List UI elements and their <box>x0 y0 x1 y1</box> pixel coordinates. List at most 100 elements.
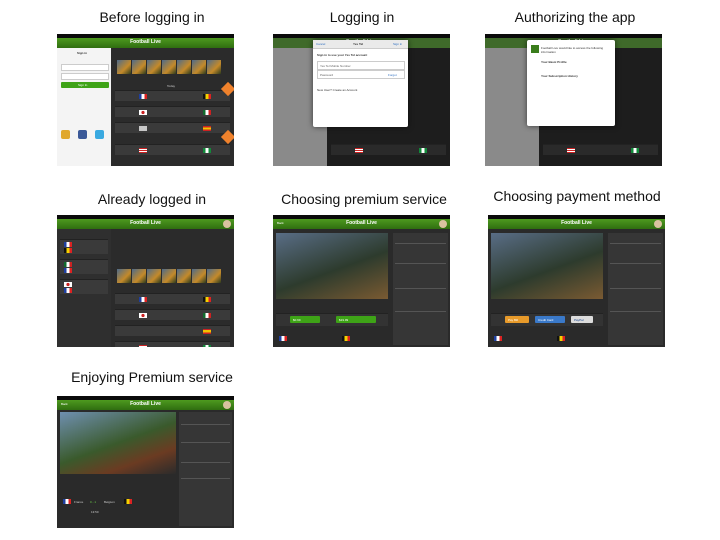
tab-today[interactable]: Today <box>167 84 175 88</box>
caption-choosing-premium-service: Choosing premium service <box>281 191 447 207</box>
mobile-number-field[interactable] <box>61 64 109 71</box>
user-avatar[interactable] <box>654 220 662 228</box>
pay-bill-label: Pay Bill <box>508 318 519 322</box>
screenshot-choosing-payment-method: Football Live Pay Bill Credit Card PayPa… <box>488 215 665 347</box>
belgium-flag <box>557 336 565 341</box>
pay-bill-button[interactable]: Pay Bill <box>505 316 529 323</box>
caption-logging-in: Logging in <box>329 9 395 25</box>
app-header: Football Live Back <box>57 400 234 410</box>
app-title: Football Live <box>130 401 161 407</box>
offer-button-1[interactable]: $0.99 <box>290 316 320 323</box>
match-info-bar <box>491 333 603 343</box>
match-row[interactable] <box>115 341 230 347</box>
permission-subscription-history: Your Subscription History <box>541 74 578 78</box>
mexico-flag <box>203 110 211 115</box>
stats-panel <box>393 233 448 345</box>
screenshot-already-logged-in: Football Live <box>57 215 234 347</box>
sign-in-panel: Sign in Sign In <box>57 48 111 166</box>
nigeria-flag <box>203 345 211 347</box>
caption-enjoying-premium-service: Enjoying Premium service <box>71 369 233 385</box>
france-flag <box>64 242 72 247</box>
screenshot-choosing-premium-service: Football Live Back $0.99 $19.99 <box>273 215 450 347</box>
authorization-intro: Football Live would like to access the f… <box>541 46 604 54</box>
app-header: Football Live <box>57 219 234 229</box>
credit-card-button[interactable]: Credit Card <box>535 316 565 323</box>
offer-price-2: $19.99 <box>339 318 349 322</box>
france-flag <box>139 94 147 99</box>
stats-panel <box>608 233 663 345</box>
favorite-match[interactable] <box>60 259 108 274</box>
belgium-flag <box>64 248 72 253</box>
sign-in-button[interactable]: Sign In <box>61 82 109 88</box>
match-row[interactable] <box>115 293 230 304</box>
caption-authorizing-the-app: Authorizing the app <box>514 9 636 25</box>
screenshot-authorizing-the-app: Football Live Football Live would like t… <box>485 34 662 166</box>
dialog-title: Sign in to use your Yes Tel account <box>317 53 368 57</box>
match-video-frame[interactable] <box>276 233 388 299</box>
login-dialog: Cancel Yes Tel Sign in Sign in to use yo… <box>313 40 408 127</box>
match-row[interactable] <box>115 144 230 155</box>
pear-icon[interactable] <box>61 130 70 139</box>
match-row[interactable] <box>115 325 230 336</box>
match-row[interactable] <box>115 90 230 101</box>
new-user-link[interactable]: New User? Create an Account <box>317 88 357 92</box>
match-row[interactable] <box>115 122 230 133</box>
sign-in-link[interactable]: Sign in <box>393 42 402 46</box>
favorites-panel <box>57 229 111 347</box>
password-field[interactable] <box>61 73 109 80</box>
japan-flag <box>64 282 72 287</box>
flag <box>139 126 147 131</box>
sign-in-title: Sign in <box>77 51 87 55</box>
mobile-number-input[interactable]: Yes Tel Mobile Number <box>317 61 405 70</box>
permission-basic-profile: Your Basic Profile <box>541 60 567 64</box>
spain-flag <box>203 126 211 131</box>
match-row[interactable] <box>115 106 230 117</box>
belgium-flag <box>203 94 211 99</box>
app-title: Football Live <box>130 220 161 226</box>
nigeria-flag <box>419 148 427 153</box>
app-header: Football Live <box>488 219 665 229</box>
highlight-photos <box>117 60 222 74</box>
screenshot-before-logging-in: Football Live Sign in Sign In Today <box>57 34 234 166</box>
france-flag <box>279 336 287 341</box>
sign-in-button-label: Sign In <box>78 83 88 87</box>
cancel-button[interactable]: Cancel <box>316 42 325 46</box>
app-header: Football Live <box>57 38 234 48</box>
user-avatar[interactable] <box>439 220 447 228</box>
match-video-frame[interactable] <box>491 233 603 299</box>
app-logo-icon <box>531 45 539 53</box>
user-avatar[interactable] <box>223 401 231 409</box>
credit-card-label: Credit Card <box>538 318 554 322</box>
app-header: Football Live Back <box>273 219 450 229</box>
offer-button-2[interactable]: $19.99 <box>336 316 376 323</box>
match-row[interactable] <box>115 309 230 320</box>
paypal-button[interactable]: PayPal <box>571 316 593 323</box>
caption-already-logged-in: Already logged in <box>97 191 207 207</box>
back-button[interactable]: Back <box>277 221 284 225</box>
belgium-flag <box>203 297 211 302</box>
france-flag <box>64 268 72 273</box>
forgot-link[interactable]: Forgot <box>388 73 397 77</box>
facebook-icon[interactable] <box>78 130 87 139</box>
offer-price-1: $0.99 <box>293 318 301 322</box>
usa-flag <box>139 148 147 153</box>
password-input[interactable]: Password Forgot <box>317 70 405 79</box>
provider-title: Yes Tel <box>353 42 364 46</box>
paypal-label: PayPal <box>574 318 584 322</box>
app-title: Football Live <box>130 39 161 45</box>
live-video-player[interactable] <box>60 412 176 474</box>
nigeria-flag <box>203 148 211 153</box>
twitter-icon[interactable] <box>95 130 104 139</box>
premium-offer-bar: $0.99 $19.99 <box>276 313 388 326</box>
team-2-name: Belgium <box>104 500 115 504</box>
back-button[interactable]: Back <box>61 402 68 406</box>
dialog-header: Cancel Yes Tel Sign in <box>313 40 408 49</box>
stats-panel <box>179 412 232 526</box>
favorite-match[interactable] <box>60 239 108 254</box>
japan-flag <box>139 110 147 115</box>
favorite-match[interactable] <box>60 279 108 294</box>
spain-flag <box>203 329 211 334</box>
kickoff-time: 13:50 <box>91 510 99 514</box>
japan-flag <box>139 313 147 318</box>
user-avatar[interactable] <box>223 220 231 228</box>
